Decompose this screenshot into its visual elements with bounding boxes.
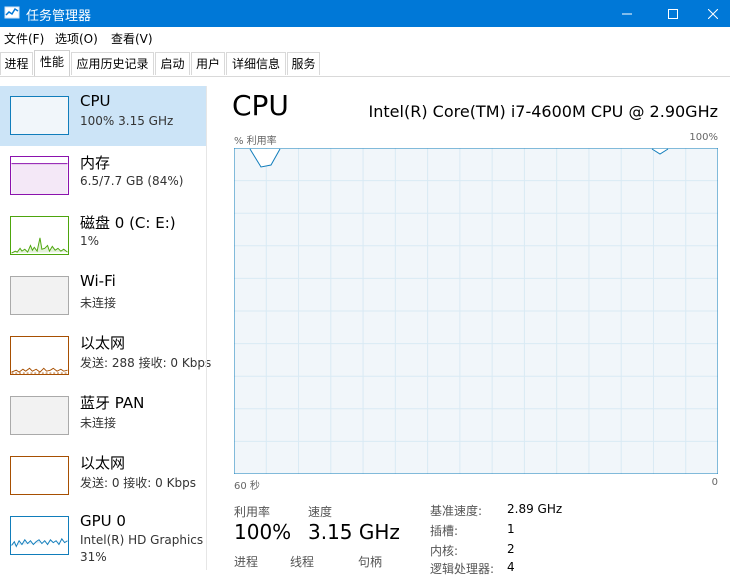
window-title: 任务管理器 [26,9,92,24]
sidebar-item-subtitle-2: 31% [80,550,107,564]
sidebar-item-memory[interactable]: 内存 6.5/7.7 GB (84%) [0,146,206,206]
sidebar-item-title: GPU 0 [80,512,126,530]
threads-label: 线程 [290,555,315,569]
logical-processors-label: 逻辑处理器: [430,562,495,576]
minimize-icon [622,13,632,14]
sidebar-item-disk[interactable]: 磁盘 0 (C: E:) 1% [0,206,206,266]
tab-app-history[interactable]: 应用历史记录 [71,52,154,75]
disk-thumbnail-graph [10,216,69,255]
ethernet-thumbnail-graph [10,336,69,375]
sidebar-item-title: 蓝牙 PAN [80,394,145,412]
graph-x-left-label: 60 秒 [234,481,260,492]
menu-bar: 文件(F) 选项(O) 查看(V) [0,27,730,49]
tab-users[interactable]: 用户 [191,52,225,75]
ethernet-thumbnail-graph [10,456,69,495]
utilization-label: 利用率 [234,505,271,519]
sidebar-item-ethernet-2[interactable]: 以太网 发送: 0 接收: 0 Kbps [0,446,206,506]
cpu-model-name: Intel(R) Core(TM) i7-4600M CPU @ 2.90GHz [368,102,718,121]
sidebar-item-subtitle: Intel(R) HD Graphics 4 [80,533,206,547]
maximize-icon [668,8,678,19]
speed-value: 3.15 GHz [308,520,400,544]
sidebar-divider [206,86,207,570]
tab-startup[interactable]: 启动 [155,52,190,75]
sidebar-item-title: 内存 [80,154,111,172]
tab-performance[interactable]: 性能 [34,50,70,76]
cpu-detail-panel: CPU Intel(R) Core(TM) i7-4600M CPU @ 2.9… [216,86,730,576]
gpu-thumbnail-graph [10,516,69,555]
graph-x-right-label: 0 [711,477,718,488]
handles-label: 句柄 [358,555,383,569]
page-title: CPU [232,89,289,122]
sidebar-item-ethernet-1[interactable]: 以太网 发送: 288 接收: 0 Kbps [0,326,211,386]
sidebar-item-subtitle: 未连接 [80,296,117,310]
sidebar-item-title: CPU [80,92,111,110]
sockets-value: 1 [507,522,515,536]
sidebar-item-subtitle: 6.5/7.7 GB (84%) [80,174,184,188]
sidebar-item-title: 磁盘 0 (C: E:) [80,214,176,232]
processes-label: 进程 [234,555,259,569]
sockets-label: 插槽: [430,524,459,538]
cores-value: 2 [507,542,515,556]
sidebar-item-title: 以太网 [80,454,126,472]
sidebar-item-title: 以太网 [80,334,126,352]
title-bar: 任务管理器 [0,0,730,27]
wifi-thumbnail-graph [10,276,69,315]
tab-services[interactable]: 服务 [287,52,320,75]
logical-processors-value: 4 [507,560,515,574]
utilization-value: 100% [234,520,292,544]
sidebar-item-cpu[interactable]: CPU 100% 3.15 GHz [0,86,206,146]
base-speed-label: 基准速度: [430,504,483,518]
cores-label: 内核: [430,544,459,558]
cpu-thumbnail-graph [10,96,69,135]
menu-view[interactable]: 查看(V) [111,30,153,47]
menu-options[interactable]: 选项(O) [55,30,98,47]
sidebar-item-subtitle: 发送: 0 接收: 0 Kbps [80,476,196,490]
close-button[interactable] [696,0,730,27]
minimize-button[interactable] [604,0,650,27]
sidebar-item-subtitle: 1% [80,234,100,248]
cpu-utilization-graph [234,148,718,474]
sidebar-item-subtitle: 100% 3.15 GHz [80,114,174,128]
menu-file[interactable]: 文件(F) [4,30,44,47]
sidebar-item-title: Wi-Fi [80,272,116,290]
sidebar-item-subtitle: 未连接 [80,416,117,430]
graph-y-max-label: 100% [689,132,718,143]
resource-sidebar: CPU 100% 3.15 GHz 内存 6.5/7.7 GB (84%) 磁盘… [0,86,211,570]
bluetooth-thumbnail-graph [10,396,69,435]
sidebar-item-gpu[interactable]: GPU 0 Intel(R) HD Graphics 4 31% [0,506,206,570]
speed-label: 速度 [308,505,333,519]
base-speed-value: 2.89 GHz [507,502,563,516]
sidebar-item-wifi[interactable]: Wi-Fi 未连接 [0,266,206,326]
maximize-button[interactable] [650,0,696,27]
tab-bar: 进程 性能 应用历史记录 启动 用户 详细信息 服务 [0,49,730,77]
tab-processes[interactable]: 进程 [0,52,33,75]
graph-y-label: % 利用率 [234,136,277,147]
tab-details[interactable]: 详细信息 [226,52,286,75]
sidebar-item-subtitle: 发送: 288 接收: 0 Kbps [80,356,212,370]
close-icon [708,8,718,19]
memory-thumbnail-graph [10,156,69,195]
task-manager-app-icon [4,6,20,19]
sidebar-item-bluetooth-pan[interactable]: 蓝牙 PAN 未连接 [0,386,206,446]
